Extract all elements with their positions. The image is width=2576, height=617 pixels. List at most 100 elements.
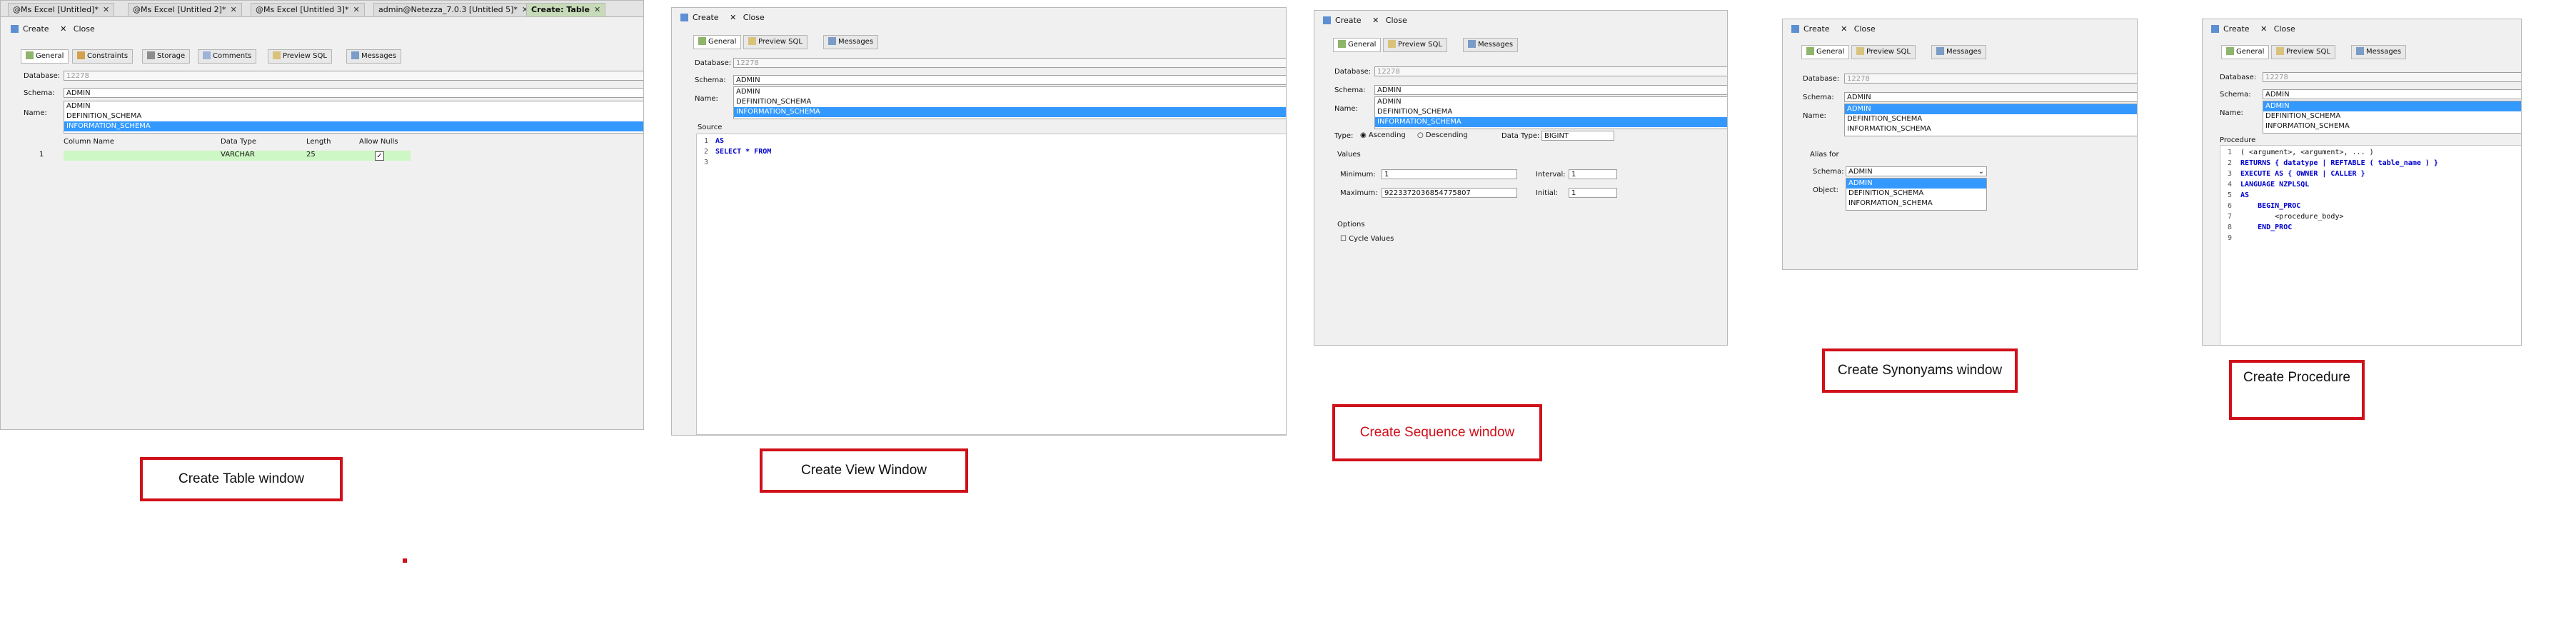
close-label: Close — [2273, 24, 2295, 34]
tab-label: Comments — [213, 52, 252, 60]
messages-icon — [828, 37, 836, 45]
tab-preview-sql[interactable]: Preview SQL — [743, 35, 807, 49]
schema-option-definition-schema[interactable]: DEFINITION_SCHEMA — [2263, 111, 2521, 121]
descending-radio[interactable]: ○ Descending — [1417, 131, 1468, 139]
schema-option-definition-schema[interactable]: DEFINITION_SCHEMA — [1845, 114, 2137, 124]
tab-constraints[interactable]: Constraints — [72, 49, 134, 64]
tab-label: Messages — [2366, 48, 2402, 56]
tab-messages[interactable]: Messages — [1931, 45, 1987, 59]
messages-icon — [2356, 47, 2364, 55]
schema-option-definition-schema[interactable]: DEFINITION_SCHEMA — [734, 97, 1286, 107]
close-button[interactable]: ✕ Close — [1841, 24, 1880, 34]
close-icon[interactable]: ✕ — [594, 5, 600, 14]
caption-create-synonyms: Create Synonyams window — [1822, 348, 2018, 393]
tab-messages[interactable]: Messages — [1463, 38, 1519, 52]
schema-combobox[interactable]: ADMIN — [2263, 89, 2521, 99]
create-button[interactable]: Create — [2211, 24, 2254, 34]
initial-field[interactable]: 1 — [1569, 188, 1617, 198]
tab-preview-sql[interactable]: Preview SQL — [1851, 45, 1916, 59]
create-label: Create — [1335, 16, 1362, 25]
schema-option-information-schema[interactable]: INFORMATION_SCHEMA — [2263, 121, 2521, 131]
schema-combobox[interactable]: ADMIN — [733, 75, 1286, 85]
data-type-combobox[interactable]: BIGINT — [1541, 131, 1614, 141]
tab-general[interactable]: General — [2221, 45, 2270, 59]
close-button[interactable]: ✕ Close — [1372, 16, 1412, 25]
tab-general[interactable]: General — [1801, 45, 1850, 59]
close-icon[interactable]: ✕ — [353, 5, 359, 14]
column-header-allow-nulls[interactable]: Allow Nulls — [359, 138, 398, 146]
chevron-down-icon[interactable]: ⌄ — [1978, 167, 1984, 176]
tab-preview-sql[interactable]: Preview SQL — [1383, 38, 1447, 52]
sql-icon — [748, 37, 756, 45]
doc-tab-excel-1[interactable]: @Ms Excel [Untitled]* ✕ — [8, 3, 115, 17]
values-group-label: Values — [1337, 151, 1361, 159]
interval-field[interactable]: 1 — [1569, 169, 1617, 179]
schema-option-admin[interactable]: ADMIN — [1375, 97, 1727, 107]
tab-storage[interactable]: Storage — [142, 49, 191, 64]
ascending-radio[interactable]: ◉ Ascending — [1360, 131, 1406, 139]
schema-combobox[interactable]: ADMIN — [64, 88, 643, 98]
alias-option-information-schema[interactable]: INFORMATION_SCHEMA — [1846, 199, 1986, 209]
tab-general[interactable]: General — [1333, 38, 1382, 52]
schema-option-admin[interactable]: ADMIN — [2263, 101, 2521, 111]
column-header-length[interactable]: Length — [306, 138, 331, 146]
tab-general[interactable]: General — [693, 35, 742, 49]
minimum-field[interactable]: 1 — [1382, 169, 1517, 179]
line-number-gutter: 123456789 — [2227, 149, 2232, 242]
sql-icon — [273, 51, 281, 59]
schema-combobox[interactable]: ADMIN — [1844, 92, 2137, 102]
cell-length[interactable]: 25 — [306, 151, 316, 159]
tab-messages[interactable]: Messages — [346, 49, 402, 64]
maximum-field[interactable]: 9223372036854775807 — [1382, 188, 1517, 198]
name-label: Name: — [695, 95, 718, 103]
procedure-editor[interactable]: 123456789 ( <argument>, <argument>, ... … — [2220, 145, 2521, 345]
tab-preview-sql[interactable]: Preview SQL — [268, 49, 332, 64]
descending-label: Descending — [1425, 131, 1468, 139]
source-editor[interactable]: 123 AS SELECT * FROM — [696, 134, 1286, 435]
doc-tab-excel-3[interactable]: @Ms Excel [Untitled 3]* ✕ — [251, 3, 365, 17]
tab-messages[interactable]: Messages — [2351, 45, 2407, 59]
create-button[interactable]: Create — [1323, 16, 1366, 25]
allow-nulls-checkbox[interactable]: ✓ — [375, 151, 384, 161]
schema-combobox[interactable]: ADMIN — [1374, 85, 1727, 95]
create-button[interactable]: Create — [11, 24, 54, 34]
close-button[interactable]: ✕ Close — [60, 24, 99, 34]
close-button[interactable]: ✕ Close — [2260, 24, 2300, 34]
schema-option-information-schema[interactable]: INFORMATION_SCHEMA — [734, 107, 1286, 117]
schema-option-definition-schema[interactable]: DEFINITION_SCHEMA — [64, 111, 643, 121]
general-icon — [26, 51, 34, 59]
database-label: Database: — [2220, 74, 2257, 81]
schema-option-admin[interactable]: ADMIN — [64, 101, 643, 111]
close-icon[interactable]: ✕ — [103, 5, 109, 14]
close-icon[interactable]: ✕ — [230, 5, 236, 14]
table-row[interactable]: 1 VARCHAR 25 ✓ — [32, 151, 411, 161]
cycle-values-checkbox[interactable]: ☐ Cycle Values — [1340, 235, 1394, 243]
column-header-type[interactable]: Data Type — [221, 138, 256, 146]
schema-option-admin[interactable]: ADMIN — [1845, 104, 2137, 114]
close-label: Close — [73, 24, 95, 34]
schema-option-information-schema[interactable]: INFORMATION_SCHEMA — [1845, 124, 2137, 134]
schema-option-information-schema[interactable]: INFORMATION_SCHEMA — [1375, 117, 1727, 127]
schema-option-information-schema[interactable]: INFORMATION_SCHEMA — [64, 121, 643, 131]
cell-data-type[interactable]: VARCHAR — [221, 151, 255, 159]
doc-tab-netezza[interactable]: admin@Netezza_7.0.3 [Untitled 5]* ✕ — [373, 3, 534, 17]
alias-option-definition-schema[interactable]: DEFINITION_SCHEMA — [1846, 189, 1986, 199]
schema-option-definition-schema[interactable]: DEFINITION_SCHEMA — [1375, 107, 1727, 117]
create-procedure-panel: Create ✕ Close General Preview SQL Messa… — [2202, 19, 2522, 346]
doc-tab-create-table[interactable]: Create: Table ✕ — [526, 3, 606, 17]
create-button[interactable]: Create — [680, 13, 723, 22]
tab-general[interactable]: General — [21, 49, 69, 64]
tab-preview-sql[interactable]: Preview SQL — [2271, 45, 2335, 59]
code-line: END_PROC — [2240, 224, 2293, 231]
schema-option-admin[interactable]: ADMIN — [734, 87, 1286, 97]
alias-schema-combobox[interactable]: ADMIN ⌄ — [1846, 166, 1987, 176]
doc-tab-label: Create: Table — [531, 5, 590, 14]
column-header-name[interactable]: Column Name — [64, 138, 114, 146]
doc-tab-excel-2[interactable]: @Ms Excel [Untitled 2]* ✕ — [128, 3, 242, 17]
tab-messages[interactable]: Messages — [823, 35, 879, 49]
create-button[interactable]: Create — [1791, 24, 1834, 34]
alias-option-admin[interactable]: ADMIN — [1846, 179, 1986, 189]
close-button[interactable]: ✕ Close — [730, 13, 769, 22]
tab-comments[interactable]: Comments — [198, 49, 257, 64]
database-field: 12278 — [1374, 66, 1727, 76]
